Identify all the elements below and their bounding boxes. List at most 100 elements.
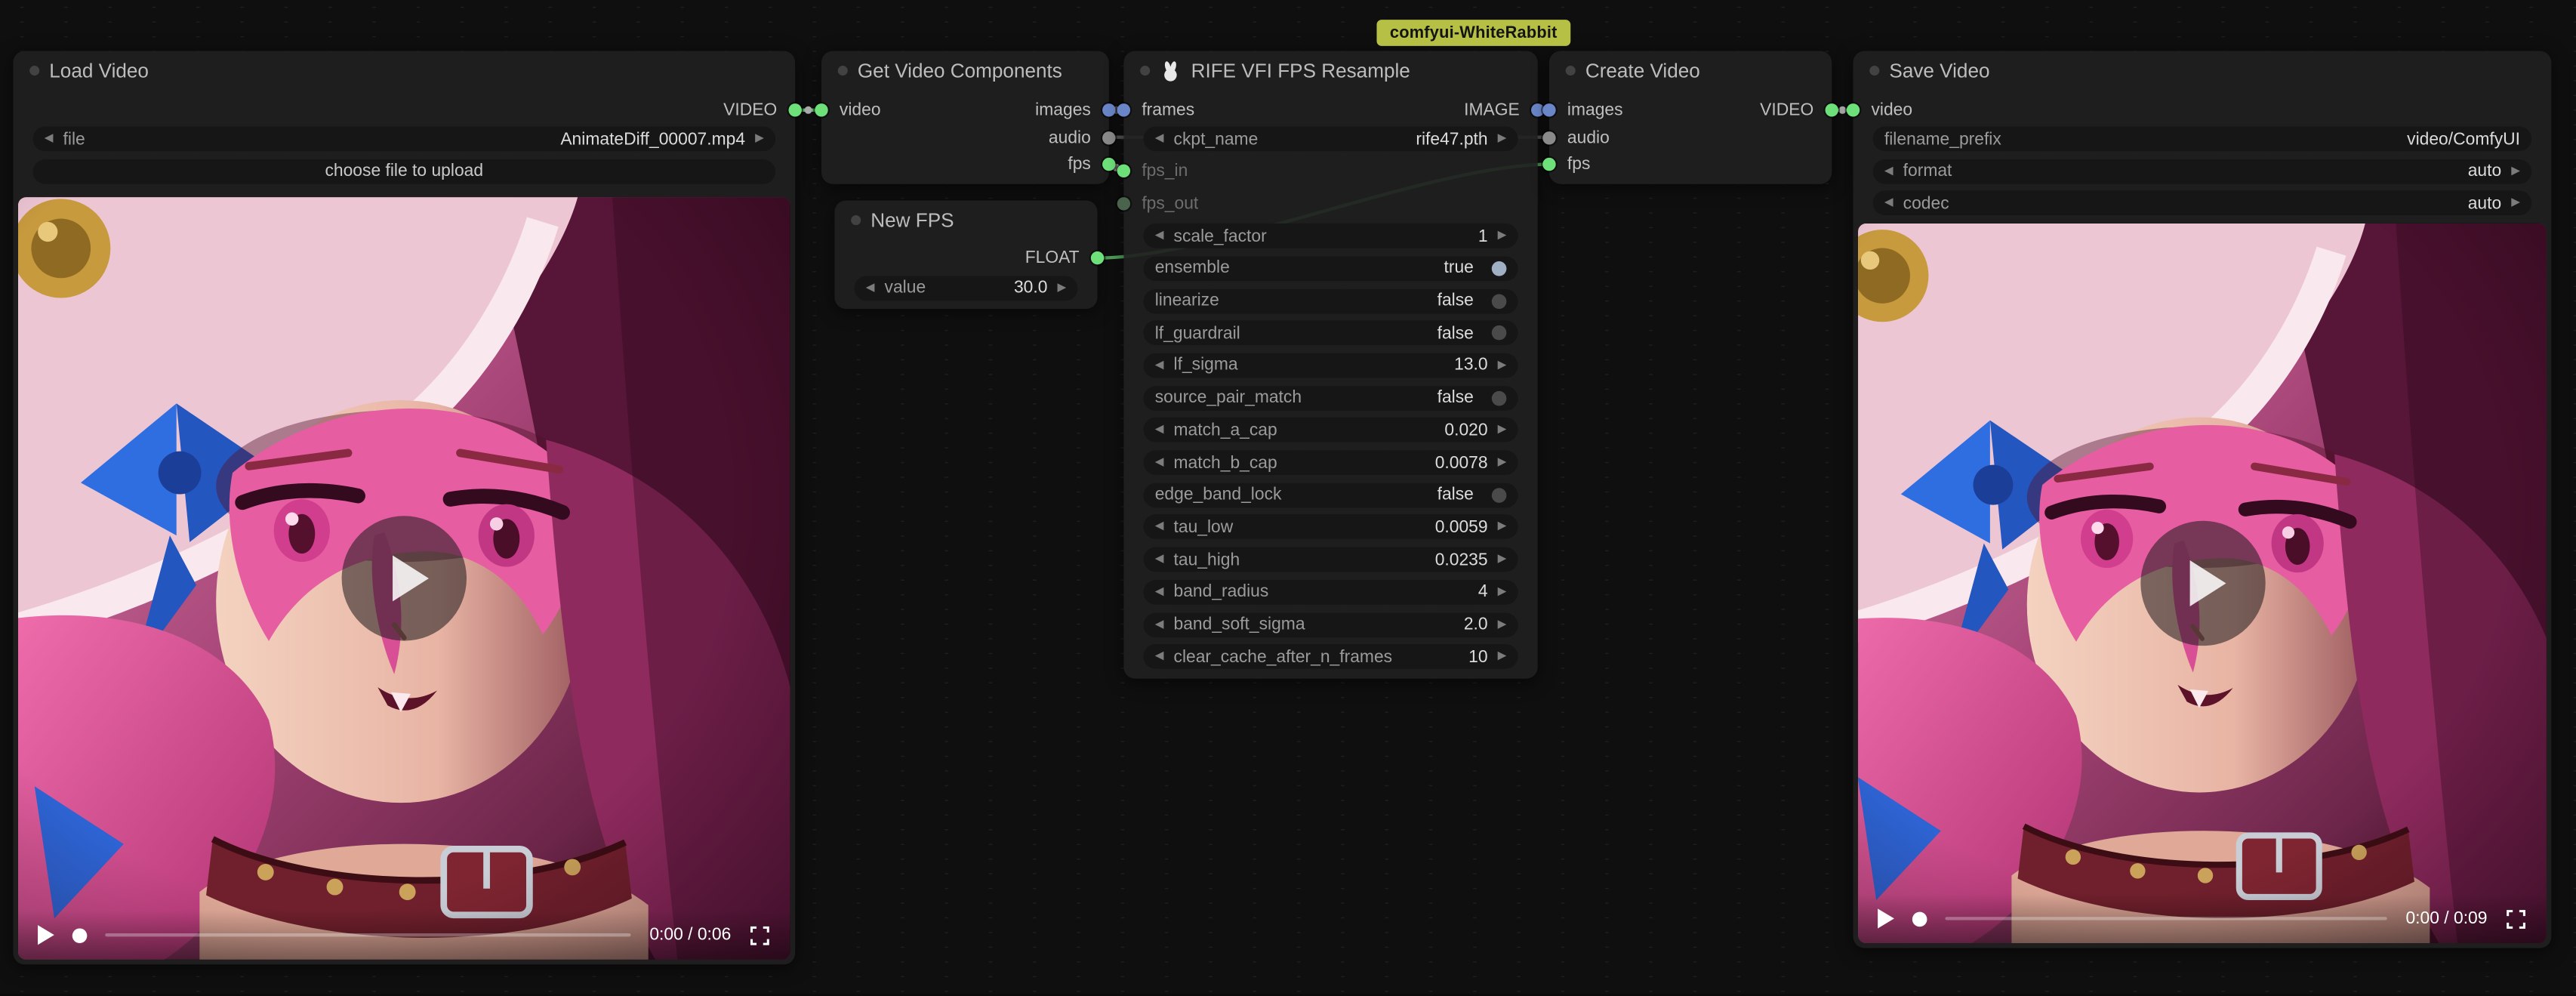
- decrement-arrow-icon[interactable]: ◀: [1155, 418, 1164, 442]
- increment-arrow-icon[interactable]: ▶: [1498, 612, 1507, 637]
- collapse-dot-icon[interactable]: [838, 66, 848, 76]
- input-port-fps-in[interactable]: fps_in: [1117, 159, 1188, 182]
- decrement-arrow-icon[interactable]: ◀: [1155, 612, 1164, 637]
- widget-scale-factor[interactable]: ◀ scale_factor 1 ▶: [1143, 224, 1518, 248]
- increment-arrow-icon[interactable]: ▶: [1498, 515, 1507, 540]
- widget-lf-guardrail[interactable]: lf_guardrail false: [1143, 321, 1518, 346]
- input-port-audio[interactable]: audio: [1542, 125, 1610, 148]
- decrement-arrow-icon[interactable]: ◀: [1155, 580, 1164, 605]
- port-dot-icon[interactable]: [1542, 158, 1555, 171]
- input-port-video[interactable]: video: [1847, 99, 1912, 122]
- increment-arrow-icon[interactable]: ▶: [1498, 224, 1507, 248]
- node-save-video-titlebar[interactable]: Save Video: [1853, 51, 2552, 90]
- port-dot-icon[interactable]: [1102, 103, 1115, 116]
- widget-linearize[interactable]: linearize false: [1143, 288, 1518, 313]
- widget-codec[interactable]: ◀ codec auto ▶: [1873, 191, 2532, 216]
- toggle-dot-icon[interactable]: [1492, 488, 1507, 503]
- widget-tau-low[interactable]: ◀ tau_low 0.0059 ▶: [1143, 515, 1518, 540]
- toggle-dot-icon[interactable]: [1492, 261, 1507, 276]
- play-overlay-button[interactable]: [342, 516, 467, 640]
- progress-track[interactable]: [105, 933, 631, 936]
- play-button-icon[interactable]: [1878, 908, 1894, 928]
- port-dot-icon[interactable]: [815, 103, 827, 116]
- increment-arrow-icon[interactable]: ▶: [1498, 127, 1507, 152]
- widget-filename-prefix[interactable]: filename_prefix video/ComfyUI: [1873, 127, 2532, 152]
- port-dot-icon[interactable]: [1102, 131, 1115, 143]
- increment-arrow-icon[interactable]: ▶: [2511, 159, 2520, 183]
- decrement-arrow-icon[interactable]: ◀: [1155, 547, 1164, 572]
- widget-value[interactable]: ◀ value 30.0 ▶: [855, 275, 1078, 300]
- output-port-audio[interactable]: audio: [1049, 125, 1116, 148]
- widget-match-a-cap[interactable]: ◀ match_a_cap 0.020 ▶: [1143, 418, 1518, 442]
- port-dot-icon[interactable]: [1102, 158, 1115, 171]
- port-dot-icon[interactable]: [1117, 103, 1130, 116]
- play-overlay-button[interactable]: [2140, 521, 2264, 646]
- video-preview[interactable]: 0:00 / 0:06: [18, 197, 790, 960]
- decrement-arrow-icon[interactable]: ◀: [1155, 450, 1164, 475]
- decrement-arrow-icon[interactable]: ◀: [866, 275, 875, 300]
- input-port-fps-out[interactable]: fps_out: [1117, 192, 1199, 214]
- node-graph-canvas[interactable]: comfyui-WhiteRabbit Load Video VIDEO ◀ f…: [0, 0, 2576, 994]
- decrement-arrow-icon[interactable]: ◀: [1884, 191, 1893, 216]
- port-dot-icon[interactable]: [1117, 165, 1130, 177]
- collapse-dot-icon[interactable]: [1869, 66, 1879, 76]
- widget-clear-cache-after-n-frames[interactable]: ◀ clear_cache_after_n_frames 10 ▶: [1143, 644, 1518, 669]
- input-port-frames[interactable]: frames: [1117, 99, 1194, 122]
- play-button-icon[interactable]: [38, 925, 54, 945]
- decrement-arrow-icon[interactable]: ◀: [45, 127, 54, 152]
- toggle-dot-icon[interactable]: [1492, 293, 1507, 308]
- node-load-video-titlebar[interactable]: Load Video: [13, 51, 795, 90]
- scrubber-handle[interactable]: [1912, 911, 1927, 927]
- scrubber-handle[interactable]: [72, 927, 88, 942]
- output-port-video[interactable]: VIDEO: [1760, 99, 1838, 122]
- toggle-dot-icon[interactable]: [1492, 325, 1507, 341]
- increment-arrow-icon[interactable]: ▶: [1498, 450, 1507, 475]
- increment-arrow-icon[interactable]: ▶: [1498, 547, 1507, 572]
- input-port-fps[interactable]: fps: [1542, 153, 1590, 175]
- widget-ensemble[interactable]: ensemble true: [1143, 256, 1518, 281]
- decrement-arrow-icon[interactable]: ◀: [1155, 224, 1164, 248]
- choose-file-button[interactable]: choose file to upload: [33, 159, 776, 183]
- port-dot-icon[interactable]: [1542, 131, 1555, 143]
- decrement-arrow-icon[interactable]: ◀: [1155, 353, 1164, 378]
- port-dot-icon[interactable]: [1826, 103, 1838, 116]
- widget-band-radius[interactable]: ◀ band_radius 4 ▶: [1143, 580, 1518, 605]
- collapse-dot-icon[interactable]: [1566, 66, 1576, 76]
- port-dot-icon[interactable]: [1091, 251, 1104, 264]
- toggle-dot-icon[interactable]: [1492, 390, 1507, 405]
- increment-arrow-icon[interactable]: ▶: [1498, 353, 1507, 378]
- increment-arrow-icon[interactable]: ▶: [755, 127, 764, 152]
- increment-arrow-icon[interactable]: ▶: [1057, 275, 1066, 300]
- node-create-video-titlebar[interactable]: Create Video: [1549, 51, 1832, 90]
- decrement-arrow-icon[interactable]: ◀: [1884, 159, 1893, 183]
- progress-track[interactable]: [1945, 917, 2387, 920]
- increment-arrow-icon[interactable]: ▶: [1498, 644, 1507, 669]
- increment-arrow-icon[interactable]: ▶: [1498, 418, 1507, 442]
- fullscreen-button[interactable]: [749, 924, 770, 945]
- output-port-image[interactable]: IMAGE: [1464, 99, 1544, 122]
- widget-match-b-cap[interactable]: ◀ match_b_cap 0.0078 ▶: [1143, 450, 1518, 475]
- increment-arrow-icon[interactable]: ▶: [2511, 191, 2520, 216]
- output-port-fps[interactable]: fps: [1068, 153, 1115, 175]
- output-port-float[interactable]: FLOAT: [1025, 246, 1105, 269]
- widget-band-soft-sigma[interactable]: ◀ band_soft_sigma 2.0 ▶: [1143, 612, 1518, 637]
- video-preview[interactable]: 0:00 / 0:09: [1858, 224, 2547, 943]
- node-get-video-components-titlebar[interactable]: Get Video Components: [821, 51, 1109, 90]
- collapse-dot-icon[interactable]: [851, 215, 861, 225]
- widget-source-pair-match[interactable]: source_pair_match false: [1143, 385, 1518, 410]
- widget-format[interactable]: ◀ format auto ▶: [1873, 159, 2532, 183]
- output-port-images[interactable]: images: [1035, 99, 1115, 122]
- decrement-arrow-icon[interactable]: ◀: [1155, 515, 1164, 540]
- decrement-arrow-icon[interactable]: ◀: [1155, 644, 1164, 669]
- decrement-arrow-icon[interactable]: ◀: [1155, 127, 1164, 152]
- widget-lf-sigma[interactable]: ◀ lf_sigma 13.0 ▶: [1143, 353, 1518, 378]
- widget-edge-band-lock[interactable]: edge_band_lock false: [1143, 483, 1518, 507]
- input-port-video[interactable]: video: [815, 99, 880, 122]
- node-rife-titlebar[interactable]: RIFE VFI FPS Resample: [1123, 51, 1537, 90]
- node-new-fps-titlebar[interactable]: New FPS: [834, 200, 1097, 239]
- port-dot-icon[interactable]: [1542, 103, 1555, 116]
- widget-tau-high[interactable]: ◀ tau_high 0.0235 ▶: [1143, 547, 1518, 572]
- port-dot-icon[interactable]: [1847, 103, 1860, 116]
- widget-ckpt-name[interactable]: ◀ ckpt_name rife47.pth ▶: [1143, 127, 1518, 152]
- increment-arrow-icon[interactable]: ▶: [1498, 580, 1507, 605]
